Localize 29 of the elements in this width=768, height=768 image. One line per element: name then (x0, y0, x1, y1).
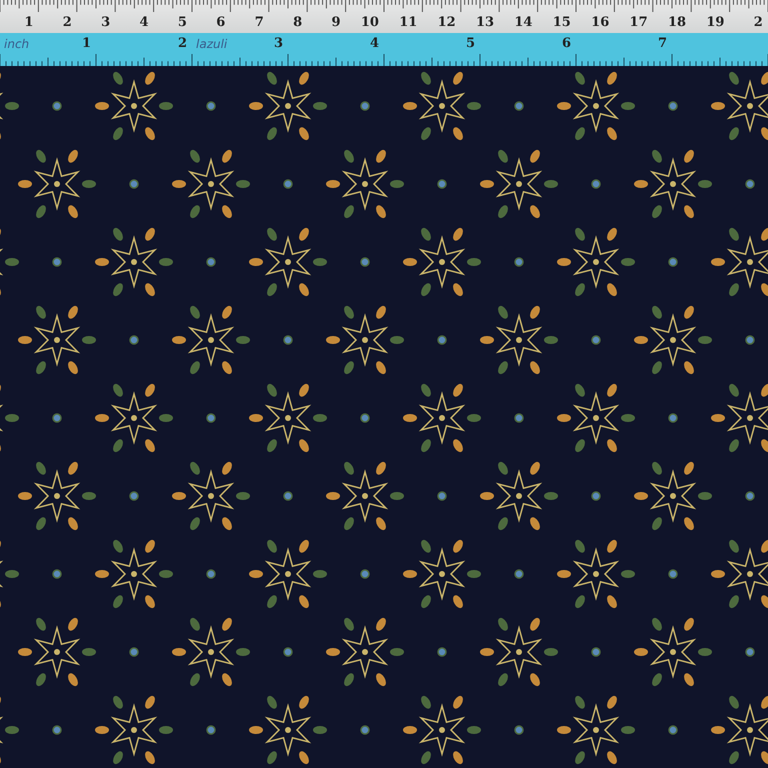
ruler-number: 17 (630, 16, 648, 29)
ruler-number: 2 (178, 37, 187, 50)
unit-label: inch (4, 38, 30, 50)
ruler-number: 11 (399, 16, 418, 29)
ruler-number: 4 (370, 37, 379, 50)
ruler-number: 18 (668, 16, 686, 29)
ruler-number: 10 (360, 16, 379, 29)
ruler-number: 2 (62, 16, 72, 29)
ruler-number: 14 (514, 16, 532, 29)
ruler-number: 15 (552, 16, 571, 29)
ruler-number: 9 (331, 16, 341, 29)
ruler-number: 2 (754, 16, 763, 29)
ruler-number: 12 (438, 16, 456, 29)
ruler-number: 6 (216, 16, 226, 29)
ruler-number: 7 (658, 37, 667, 50)
ruler-number: 1 (24, 16, 34, 29)
ruler-number: 4 (140, 16, 149, 29)
ruler-number: 5 (466, 37, 475, 50)
handwritten-note: lazuli (196, 38, 228, 50)
ruler-number: 7 (254, 16, 264, 29)
ruler-number: 3 (101, 16, 110, 29)
ruler-number: 16 (591, 16, 610, 29)
ruler-number: 6 (562, 37, 571, 50)
ruler-number: 5 (178, 16, 187, 29)
ruler-number: 8 (293, 16, 302, 29)
ruler-number: 1 (82, 37, 91, 50)
ruler-number: 13 (476, 16, 494, 29)
ruler-number: 3 (274, 37, 283, 50)
ruler-number: 19 (706, 16, 724, 29)
